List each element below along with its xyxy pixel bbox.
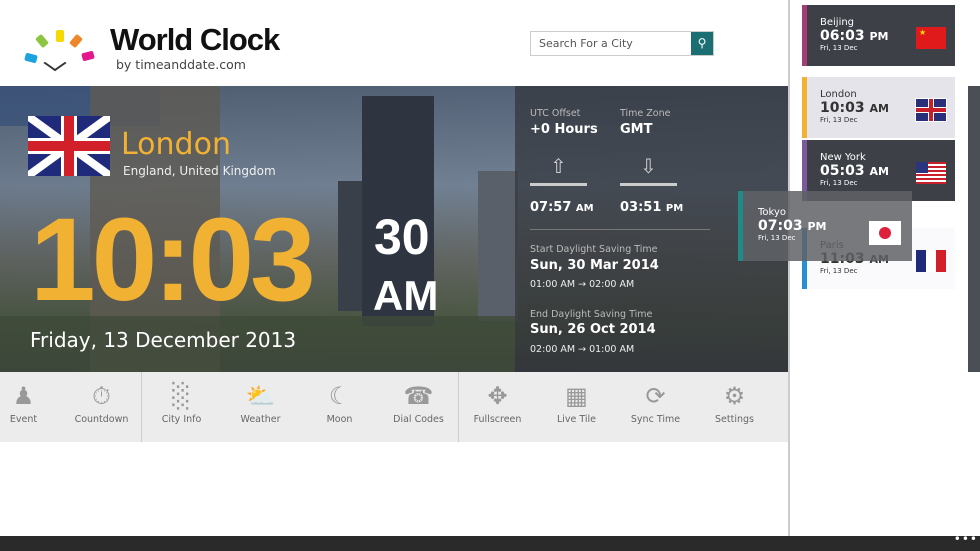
event-button[interactable]: ♟ Event	[0, 372, 63, 442]
weather-button[interactable]: ⛅ Weather	[221, 372, 300, 442]
sunset-ampm: PM	[665, 203, 684, 214]
fullscreen-button[interactable]: ✥ Fullscreen	[458, 372, 537, 442]
flag-france-icon	[916, 250, 946, 272]
card-city: Tokyo	[758, 207, 786, 218]
sync-time-button[interactable]: ⟳ Sync Time	[616, 372, 695, 442]
sunset-time: 03:51	[620, 200, 662, 215]
background-edge	[968, 86, 980, 372]
app-title: World Clock	[110, 22, 280, 57]
dst-end-label: End Daylight Saving Time	[530, 309, 653, 320]
card-ampm: AM	[869, 165, 889, 178]
main-date: Friday, 13 December 2013	[30, 328, 297, 352]
flag-china-icon: ★	[916, 27, 946, 49]
phone-icon: ☎	[403, 382, 434, 410]
dst-start-date: Sun, 30 Mar 2014	[530, 258, 659, 273]
card-time: 05:03	[820, 163, 865, 179]
more-options-icon[interactable]: •••	[954, 532, 978, 546]
dst-end-date: Sun, 26 Oct 2014	[530, 322, 656, 337]
main-seconds: 30	[374, 209, 430, 265]
search-button[interactable]: ⚲	[691, 32, 713, 55]
utc-value: +0 Hours	[530, 122, 598, 137]
button-label: Settings	[715, 414, 754, 425]
city-card-london[interactable]: London 10:03 AM Fri, 13 Dec	[802, 77, 955, 138]
dst-end-change: 02:00 AM → 01:00 AM	[530, 344, 635, 355]
sync-icon: ⟳	[645, 382, 666, 410]
dst-start-label: Start Daylight Saving Time	[530, 244, 658, 255]
city-card-tokyo-dragging[interactable]: Tokyo 07:03 PM Fri, 13 Dec	[738, 191, 912, 261]
button-label: Event	[9, 414, 38, 425]
main-flag-uk	[28, 116, 110, 176]
tz-value: GMT	[620, 122, 653, 137]
countdown-button[interactable]: ⏱ Countdown	[62, 372, 141, 442]
search-icon: ⚲	[697, 36, 707, 50]
flag-japan-icon	[869, 221, 901, 245]
card-accent	[802, 77, 807, 138]
dst-start-change: 01:00 AM → 02:00 AM	[530, 279, 635, 290]
button-label: Sync Time	[630, 414, 681, 425]
card-time: 06:03	[820, 28, 865, 44]
settings-button[interactable]: ⚙ Settings	[695, 372, 774, 442]
card-ampm: AM	[869, 102, 889, 115]
button-label: Moon	[326, 414, 353, 425]
tile-icon: ▦	[565, 382, 588, 410]
button-label: Dial Codes	[393, 414, 444, 425]
gear-icon: ⚙	[723, 382, 746, 410]
main-time: 10:03	[30, 194, 316, 326]
people-icon: ♟	[12, 382, 35, 410]
weather-icon: ⛅	[245, 382, 276, 410]
main-city-name: London	[121, 127, 231, 162]
main-region: England, United Kingdom	[123, 164, 276, 178]
main-ampm: AM	[373, 272, 439, 319]
sunrise-ampm: AM	[575, 203, 594, 214]
card-ampm: PM	[869, 30, 889, 43]
search-placeholder: Search For a City	[539, 37, 633, 50]
fullscreen-icon: ✥	[487, 382, 508, 410]
button-label: City Info	[161, 414, 202, 425]
app-bar: •••	[0, 532, 980, 551]
card-time: 10:03	[820, 100, 865, 116]
dial-codes-button[interactable]: ☎ Dial Codes	[379, 372, 458, 442]
button-label: Weather	[240, 414, 281, 425]
stopwatch-icon: ⏱	[92, 382, 111, 410]
card-accent	[802, 5, 807, 66]
button-label: Live Tile	[556, 414, 597, 425]
live-tile-button[interactable]: ▦ Live Tile	[537, 372, 616, 442]
moon-icon: ☾	[328, 382, 351, 410]
card-time: 07:03	[758, 218, 803, 234]
logo	[22, 28, 100, 74]
sunset-icon: ⇩	[620, 154, 677, 186]
tz-label: Time Zone	[620, 108, 671, 119]
search-input[interactable]: Search For a City ⚲	[530, 31, 714, 56]
city-info-button[interactable]: ░ City Info	[142, 372, 221, 442]
divider	[530, 229, 710, 230]
flag-uk-icon	[915, 98, 947, 122]
sunrise-time: 07:57	[530, 200, 572, 215]
app-subtitle: by timeanddate.com	[116, 57, 246, 72]
button-label: Countdown	[74, 414, 129, 425]
flag-usa-icon	[916, 162, 946, 184]
button-label: Fullscreen	[473, 414, 522, 425]
skyline-icon: ░	[172, 382, 191, 410]
moon-button[interactable]: ☾ Moon	[300, 372, 379, 442]
card-accent	[738, 191, 743, 261]
toolbar: ♟ Event ⏱ Countdown ░ City Info ⛅ Weather ☾ M…	[0, 372, 788, 442]
sunrise-icon: ⇧	[530, 154, 587, 186]
city-card-beijing[interactable]: Beijing 06:03 PM Fri, 13 Dec ★	[802, 5, 955, 66]
utc-label: UTC Offset	[530, 108, 581, 119]
card-ampm: PM	[807, 220, 827, 233]
